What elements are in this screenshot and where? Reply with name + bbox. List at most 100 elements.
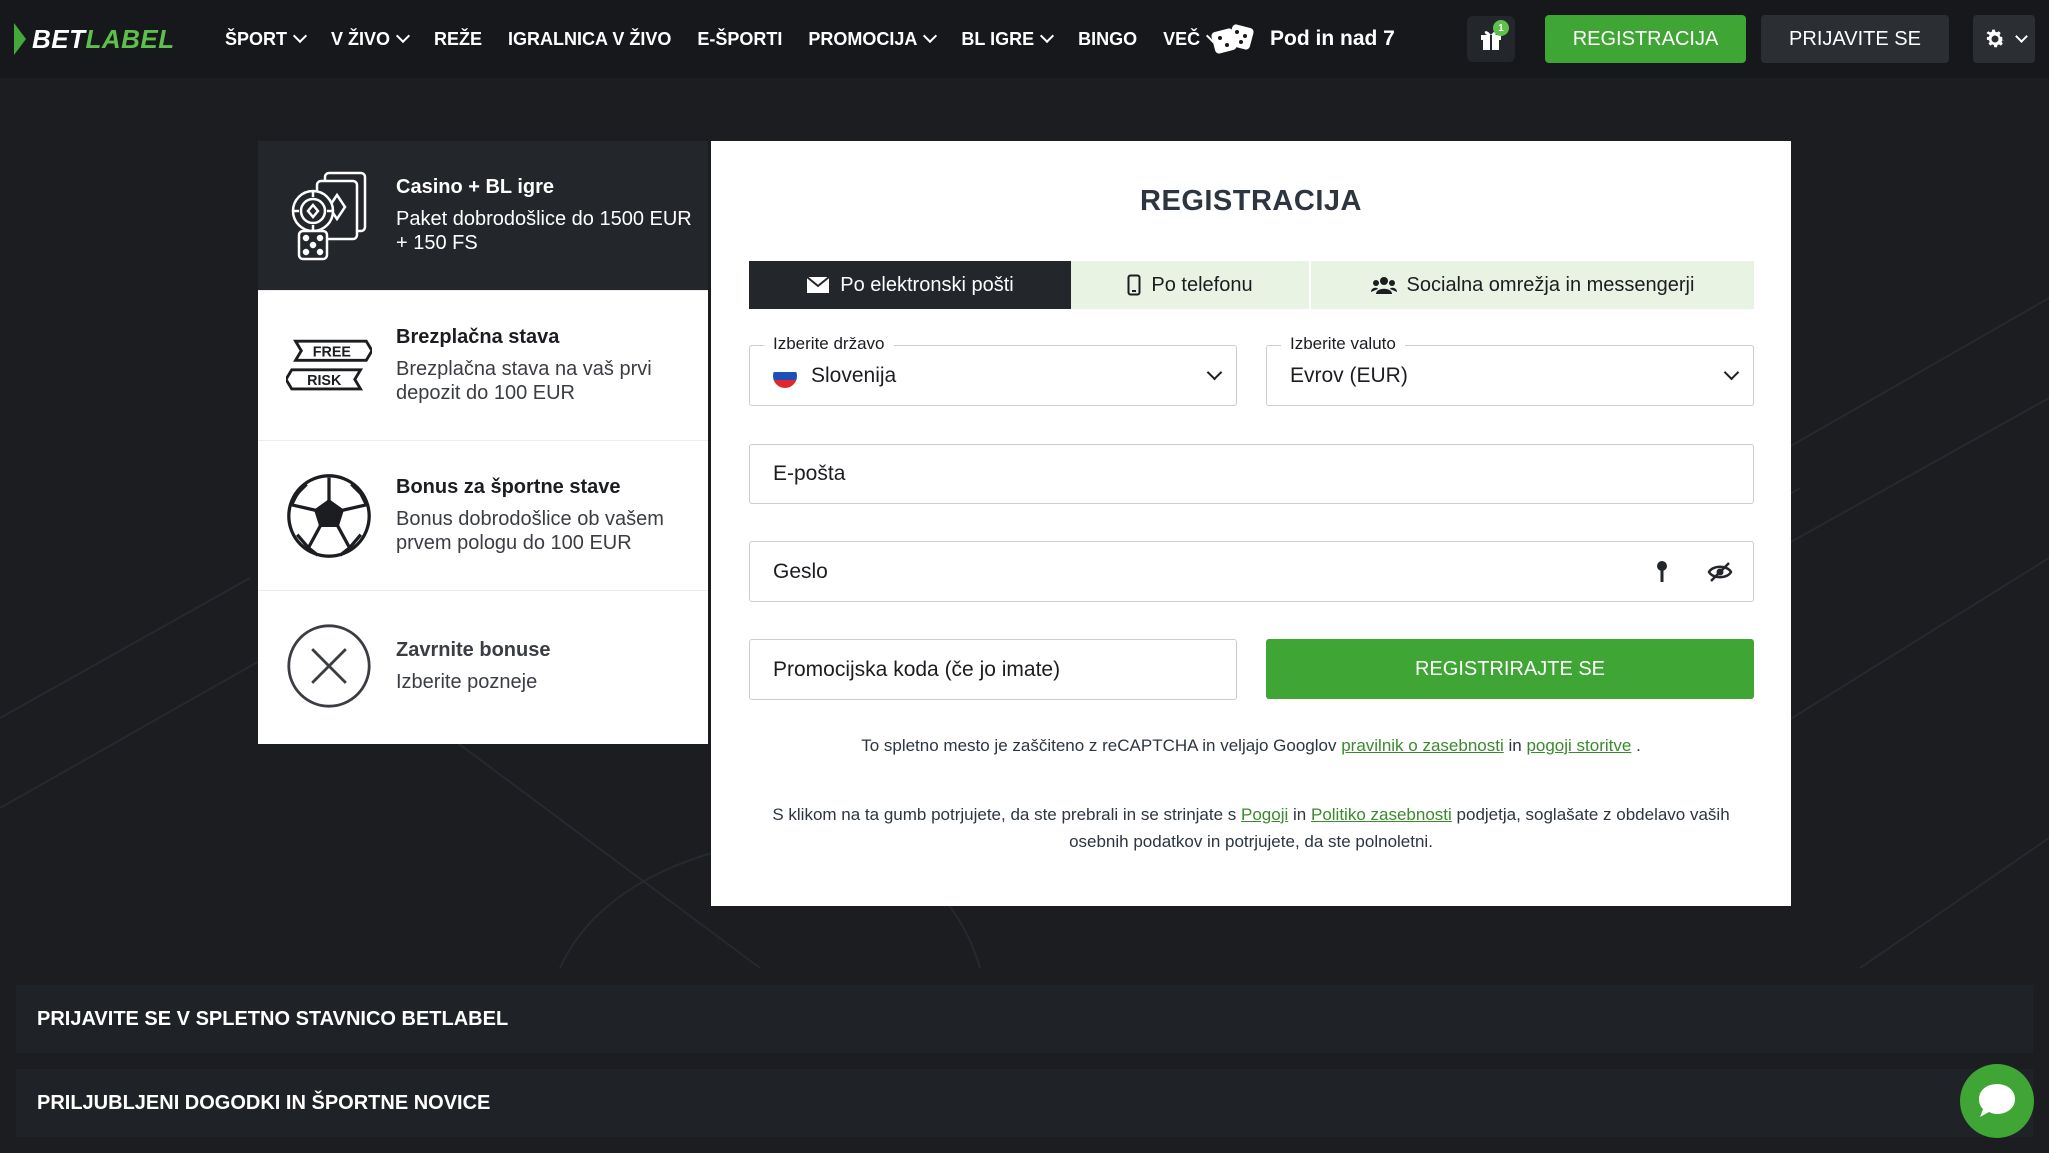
chevron-down-icon [923,28,938,44]
recaptcha-end: . [1636,736,1641,755]
currency-value: Evrov (EUR) [1290,363,1408,387]
dice-icon [1211,24,1254,54]
tab-label: Po elektronski pošti [840,273,1014,296]
bonus-title: Brezplačna stava [396,326,560,348]
nav-item-live[interactable]: V ŽIVO [318,0,421,78]
nav-item-bingo[interactable]: BINGO [1065,0,1150,78]
free-risk-icon: FREE RISK [286,318,372,414]
gear-icon [1985,29,2004,48]
promo-code-placeholder: Promocijska koda (če jo imate) [773,657,1061,681]
recaptcha-notice: To spletno mesto je zaščiteno z reCAPTCH… [711,736,1791,756]
password-field[interactable]: Geslo [749,541,1754,602]
users-icon [1370,277,1397,294]
chevron-down-icon [1723,364,1740,381]
bonus-description: Bonus dobrodošlice ob vašem prvem pologu… [396,508,664,554]
consent-and: in [1293,805,1307,824]
soccer-ball-icon [286,468,372,564]
bonus-title: Casino + BL igre [396,176,555,198]
nav-item-promotions[interactable]: PROMOCIJA [795,0,948,78]
notification-badge: 1 [1493,20,1509,36]
bonus-title: Bonus za športne stave [396,476,621,498]
top-navigation-bar: BET LABEL ŠPORT V ŽIVO REŽE IGRALNICA V Ž… [0,0,2049,78]
form-title: REGISTRACIJA [1140,185,1362,217]
login-button[interactable]: PRIJAVITE SE [1761,15,1949,63]
nav-item-label: E-ŠPORTI [697,28,783,49]
nav-item-under-over-7[interactable]: Pod in nad 7 [1210,0,1395,78]
logo-text-label: LABEL [85,23,175,54]
country-value: Slovenija [811,363,897,387]
casino-chips-icon [286,168,372,264]
recaptcha-and: in [1508,736,1522,755]
logo-mark [14,23,26,55]
currency-select[interactable]: Izberite valuto Evrov (EUR) [1266,334,1754,406]
currency-select-label: Izberite valuto [1281,334,1405,354]
chevron-down-icon [1206,364,1223,381]
eye-slash-icon[interactable] [1707,561,1733,583]
main-nav: ŠPORT V ŽIVO REŽE IGRALNICA V ŽIVO E-ŠPO… [212,0,1231,78]
nav-item-label: REŽE [434,28,483,49]
gift-button[interactable]: 1 [1467,16,1515,62]
accordion-login-info[interactable]: PRIJAVITE SE V SPLETNO STAVNICO BETLABEL [16,985,2033,1053]
nav-item-live-casino[interactable]: IGRALNICA V ŽIVO [495,0,684,78]
terms-link[interactable]: Pogoji [1241,805,1288,824]
registration-method-tabs: Po elektronski pošti Po telefonu Socialn… [749,261,1754,309]
nav-item-label: ŠPORT [225,28,288,49]
country-select-label: Izberite državo [764,334,894,354]
chevron-down-icon [292,28,308,44]
bonus-title: Zavrnite bonuse [396,638,551,661]
privacy-policy-link[interactable]: pravilnik o zasebnosti [1341,736,1504,755]
chat-bubble-icon [1979,1084,2015,1117]
nav-item-label: PROMOCIJA [808,28,918,49]
consent-text: S klikom na ta gumb potrjujete, da ste p… [772,805,1237,824]
bonus-selection-panel: Casino + BL igre Paket dobrodošlice do 1… [258,141,708,744]
bonus-description: Izberite pozneje [396,670,538,693]
envelope-icon [806,276,830,293]
bonus-description: Paket dobrodošlice do 1500 EUR + 150 FS [396,208,692,254]
chat-button[interactable] [1960,1064,2034,1138]
register-button[interactable]: REGISTRACIJA [1545,15,1746,63]
nav-item-label: BL IGRE [961,28,1035,49]
settings-button[interactable] [1973,15,2035,63]
nav-item-label: Pod in nad 7 [1270,27,1395,50]
betlabel-logo[interactable]: BET LABEL [14,22,175,56]
chevron-down-icon [2014,29,2028,43]
email-placeholder: E-pošta [773,462,846,485]
bonus-option-free-bet[interactable]: FREE RISK Brezplačna stava Brezplačna st… [258,291,708,441]
accordion-popular-events[interactable]: PRILJUBLJENI DOGODKI IN ŠPORTNE NOVICE [16,1069,2033,1137]
bonus-option-sports[interactable]: Bonus za športne stave Bonus dobrodošlic… [258,441,708,591]
nav-item-esports[interactable]: E-ŠPORTI [684,0,795,78]
nav-item-slots[interactable]: REŽE [421,0,495,78]
nav-item-label: V ŽIVO [331,28,391,49]
nav-item-sport[interactable]: ŠPORT [212,0,318,78]
privacy-link[interactable]: Politiko zasebnosti [1311,805,1452,824]
promo-code-field[interactable]: Promocijska koda (če jo imate) [749,639,1237,700]
risk-icon-text: RISK [307,373,342,389]
close-circle-icon [286,618,372,714]
nav-item-label: VEČ [1163,28,1201,49]
registration-form: REGISTRACIJA Po elektronski pošti Po tel… [711,141,1791,906]
submit-registration-button[interactable]: REGISTRIRAJTE SE [1266,639,1754,699]
nav-item-label: IGRALNICA V ŽIVO [508,28,672,49]
email-field[interactable]: E-pošta [749,444,1754,504]
country-select[interactable]: Izberite državo Slovenija [749,334,1237,406]
tab-social[interactable]: Socialna omrežja in messengerji [1311,261,1754,309]
key-icon[interactable] [1655,560,1669,584]
recaptcha-text: To spletno mesto je zaščiteno z reCAPTCH… [861,736,1337,755]
chevron-down-icon [395,28,411,44]
consent-notice: S klikom na ta gumb potrjujete, da ste p… [761,801,1741,855]
password-placeholder: Geslo [773,559,828,583]
tab-email[interactable]: Po elektronski pošti [749,261,1071,309]
slovenia-flag-icon [773,363,797,388]
phone-icon [1127,274,1141,296]
tab-label: Po telefonu [1151,273,1253,296]
chevron-down-icon [1040,28,1055,44]
bonus-description: Brezplačna stava na vaš prvi depozit do … [396,358,652,404]
nav-item-label: BINGO [1078,28,1138,49]
terms-of-service-link[interactable]: pogoji storitve [1526,736,1631,755]
free-icon-text: FREE [313,344,351,360]
bonus-option-decline[interactable]: Zavrnite bonuse Izberite pozneje [258,591,708,741]
bonus-option-casino[interactable]: Casino + BL igre Paket dobrodošlice do 1… [258,141,708,291]
tab-phone[interactable]: Po telefonu [1071,261,1311,309]
nav-item-bl-games[interactable]: BL IGRE [948,0,1065,78]
logo-text-bet: BET [32,23,86,54]
